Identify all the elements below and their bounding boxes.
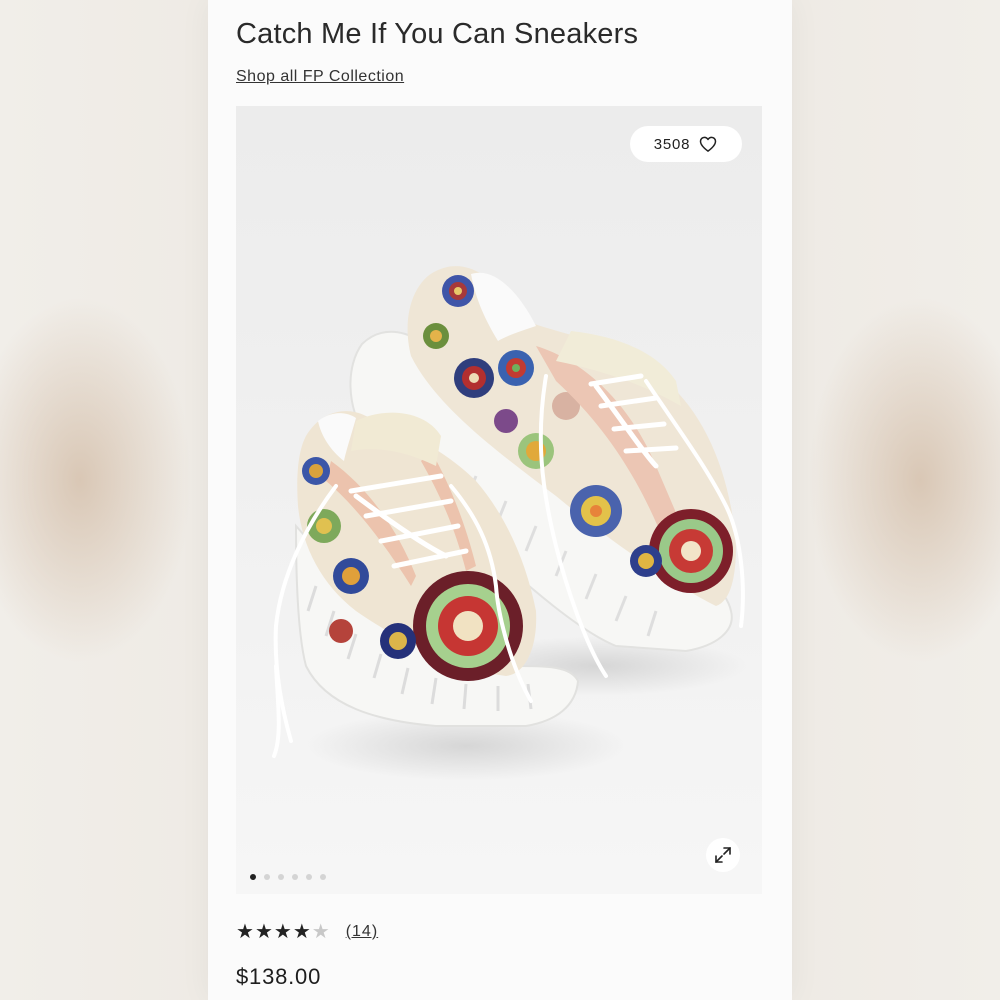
star-icon: ★ <box>236 921 254 943</box>
product-title: Catch Me If You Can Sneakers <box>236 18 639 50</box>
gallery-dot[interactable] <box>264 874 270 880</box>
product-image <box>272 266 746 781</box>
expand-image-button[interactable] <box>706 838 740 872</box>
star-rating: ★ ★ ★ ★ ★ <box>236 922 330 942</box>
gallery-dot[interactable] <box>320 874 326 880</box>
gallery-dot[interactable] <box>306 874 312 880</box>
gallery-dot[interactable] <box>250 874 256 880</box>
heart-icon <box>700 136 717 152</box>
star-icon: ★ <box>254 921 273 943</box>
star-icon: ★ <box>292 921 311 943</box>
star-icon: ★ <box>311 921 330 943</box>
like-button[interactable]: 3508 <box>630 126 742 162</box>
gallery-pagination <box>250 874 326 880</box>
product-rating: ★ ★ ★ ★ ★ (14) <box>236 922 378 942</box>
gallery-dot[interactable] <box>292 874 298 880</box>
product-page: Catch Me If You Can Sneakers Shop all FP… <box>208 0 792 1000</box>
product-price: $138.00 <box>236 964 322 989</box>
product-image-gallery[interactable]: 3508 <box>236 106 762 894</box>
star-icon: ★ <box>273 921 292 943</box>
like-count: 3508 <box>653 135 691 153</box>
expand-icon <box>715 847 731 863</box>
review-count-link[interactable]: (14) <box>346 923 378 941</box>
shop-collection-link[interactable]: Shop all FP Collection <box>236 68 404 86</box>
gallery-dot[interactable] <box>278 874 284 880</box>
